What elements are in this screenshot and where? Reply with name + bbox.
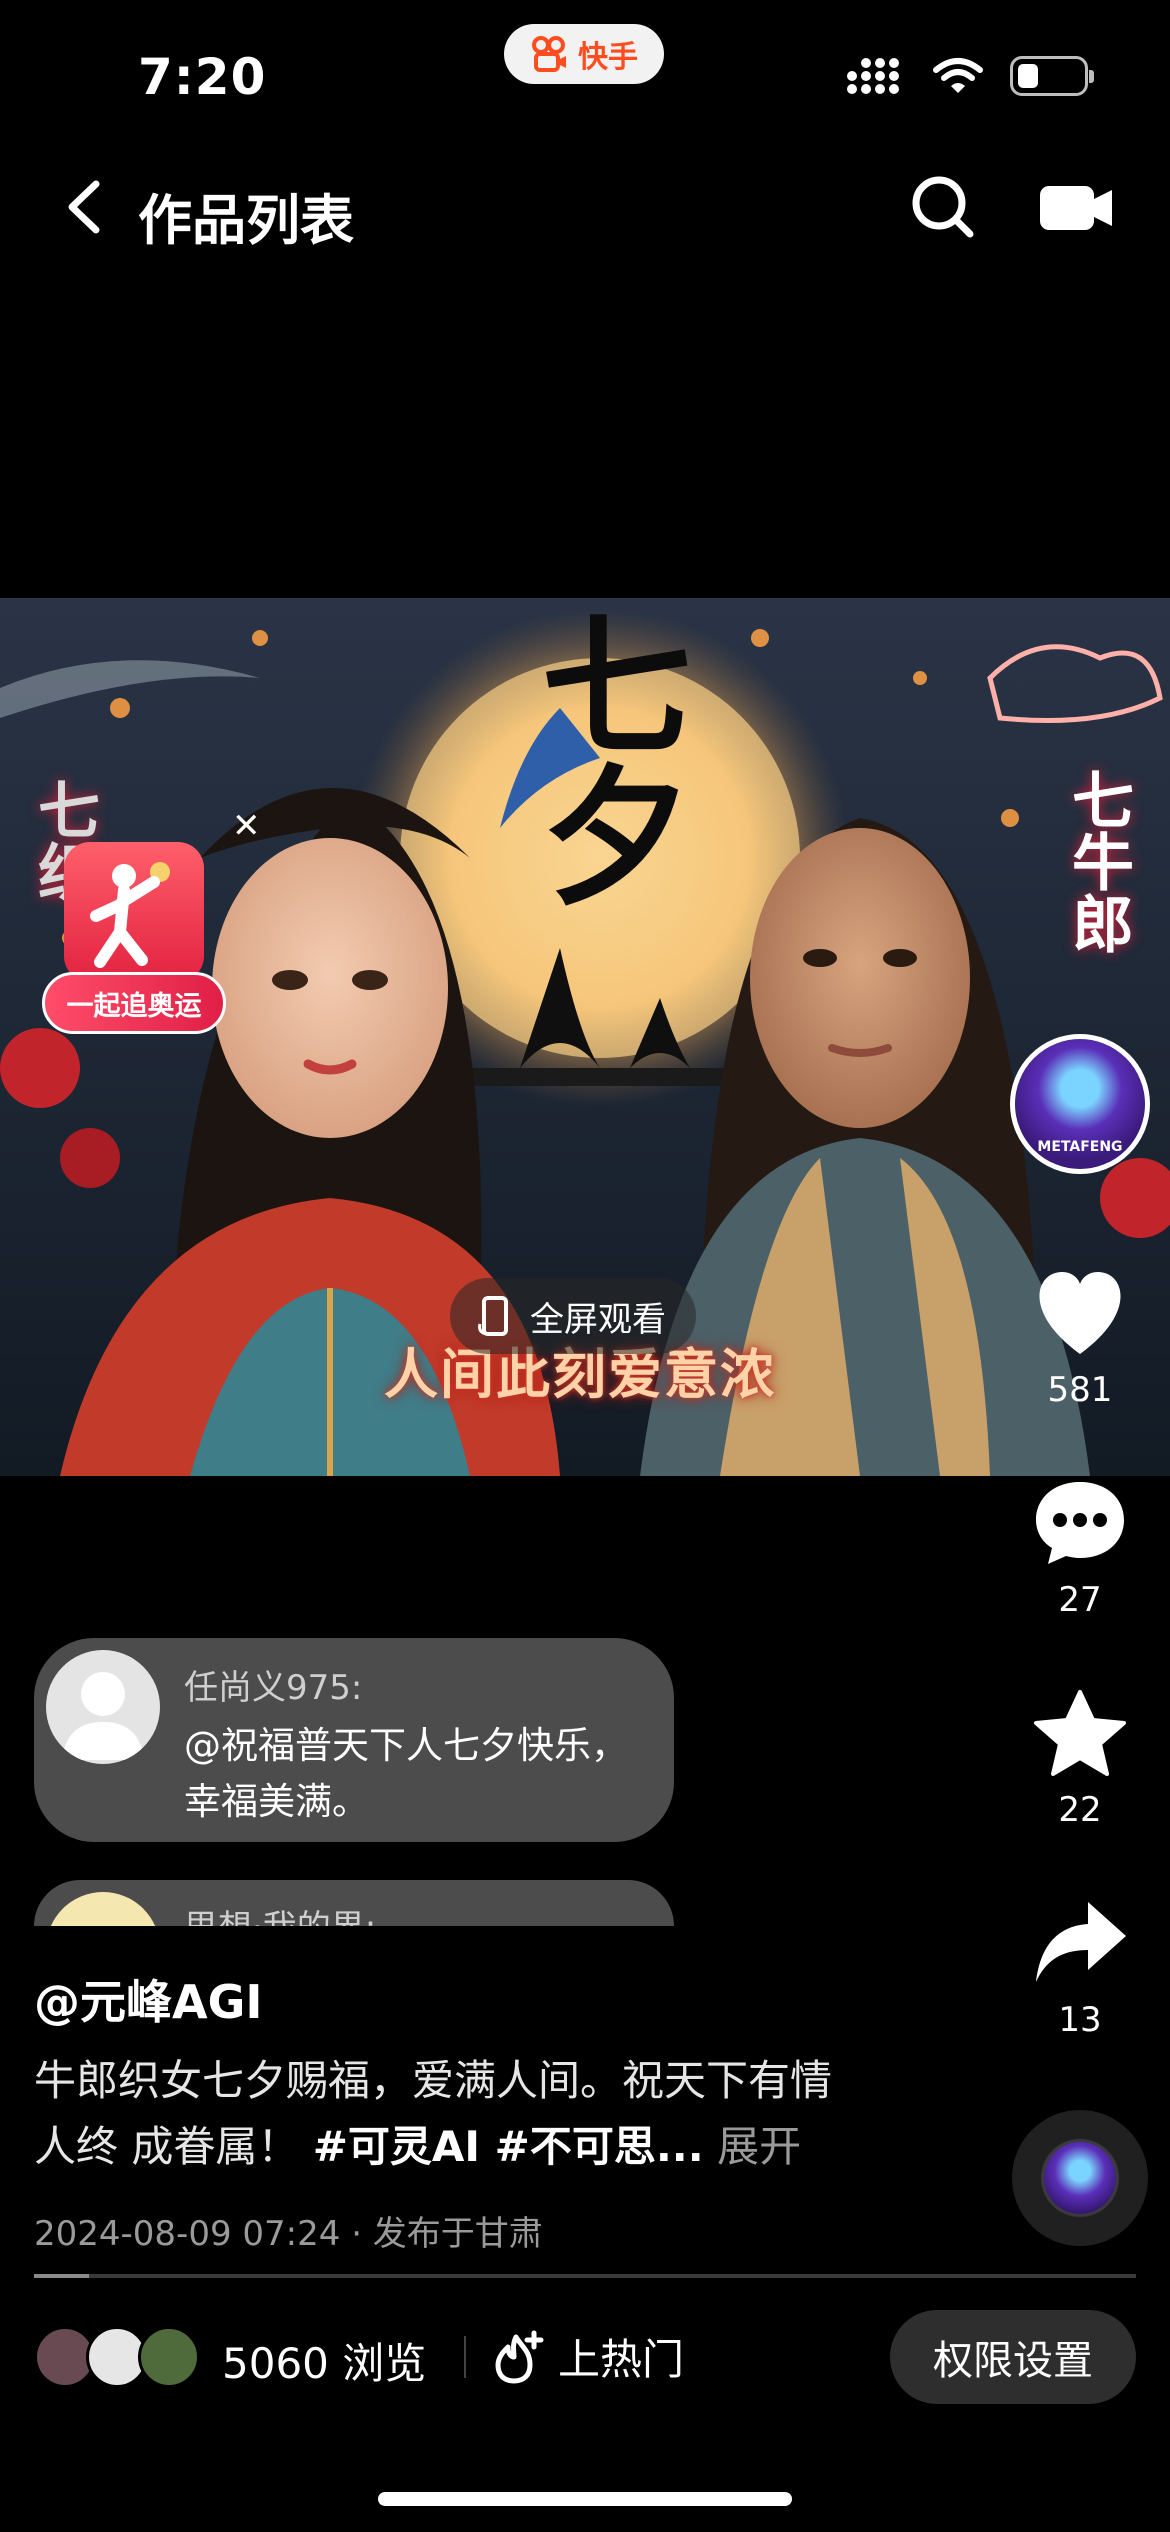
favorite-count: 22 [1058, 1790, 1102, 1830]
permission-settings-button[interactable]: 权限设置 [890, 2310, 1136, 2404]
olympic-badge[interactable]: 一起追奥运 [42, 830, 232, 1042]
heart-icon [1039, 1272, 1121, 1354]
promote-button[interactable]: 上热门 [494, 2326, 684, 2387]
author-avatar[interactable]: METAFENG [1010, 1034, 1150, 1174]
share-count: 13 [1058, 2000, 1102, 2040]
commenter-name: 思想·我的界: [184, 1900, 376, 1926]
fullscreen-button[interactable]: 全屏观看 [450, 1278, 696, 1354]
viewer-avatars[interactable] [34, 2326, 204, 2388]
post-description: 牛郎织女七夕赐福，爱满人间。祝天下有情人终 成眷属！ #可灵AI #不可思...… [34, 2048, 854, 2180]
share-button[interactable]: 13 [1030, 1898, 1130, 2040]
commenter-avatar [46, 1892, 160, 1926]
app-pill-label: 快手 [578, 40, 638, 75]
comment-bubble[interactable]: 任尚义975: @祝福普天下人七夕快乐，幸福美满。 [34, 1638, 674, 1842]
app-pill[interactable]: 快手 [504, 24, 664, 84]
post-hashtags[interactable]: #可灵AI #不可思... [313, 2122, 704, 2171]
video-camera-icon[interactable] [1040, 182, 1112, 234]
comment-bubble[interactable]: 思想·我的界: [34, 1880, 674, 1926]
fullscreen-rotate-icon [478, 1296, 508, 1336]
like-count: 581 [1047, 1370, 1113, 1410]
favorite-button[interactable]: 22 [1030, 1688, 1130, 1830]
music-disc[interactable] [1012, 2110, 1148, 2246]
flame-plus-icon [495, 2330, 544, 2383]
back-icon[interactable] [56, 172, 116, 242]
like-button[interactable]: 581 [1030, 1268, 1130, 1410]
divider [464, 2336, 466, 2378]
battery-icon [1010, 56, 1094, 96]
music-disc-cover [1044, 2142, 1116, 2214]
comment-text: @祝福普天下人七夕快乐，幸福美满。 [184, 1724, 628, 1823]
commenter-name: 任尚义975: [184, 1668, 363, 1708]
signal-icon [847, 58, 899, 94]
comment-icon [1036, 1482, 1124, 1564]
author-handle[interactable]: @元峰AGI [34, 1966, 262, 2032]
kuaishou-logo-icon [532, 36, 566, 72]
olympic-volleyball-icon [64, 842, 204, 982]
promote-label: 上热门 [558, 2335, 685, 2384]
comment-count: 27 [1058, 1580, 1102, 1620]
wifi-icon [933, 58, 983, 93]
status-icons [846, 56, 1094, 96]
home-indicator [378, 2492, 792, 2506]
star-icon [1034, 1690, 1126, 1776]
post-meta: 2024-08-09 07:24 · 发布于甘肃 [34, 2214, 543, 2254]
view-count: 5060 浏览 [222, 2339, 427, 2388]
video-side-text-right: 七牛郎 [1061, 768, 1134, 954]
video-progress-fill [34, 2274, 90, 2278]
video-progress-bar[interactable] [34, 2274, 1136, 2278]
status-time: 7:20 [138, 48, 267, 106]
viewer-avatar [138, 2326, 200, 2388]
video-title-art: 七夕 [516, 608, 692, 908]
close-icon[interactable]: ✕ [232, 806, 261, 846]
share-arrow-icon [1036, 1902, 1126, 1982]
search-icon[interactable] [908, 172, 978, 242]
olympic-badge-label: 一起追奥运 [42, 972, 226, 1034]
page-title: 作品列表 [138, 189, 354, 252]
author-avatar-text: METAFENG [1037, 1139, 1123, 1155]
commenter-avatar [46, 1650, 160, 1764]
comment-button[interactable]: 27 [1030, 1478, 1130, 1620]
fullscreen-label: 全屏观看 [530, 1299, 666, 1340]
expand-link[interactable]: 展开 [717, 2122, 801, 2171]
